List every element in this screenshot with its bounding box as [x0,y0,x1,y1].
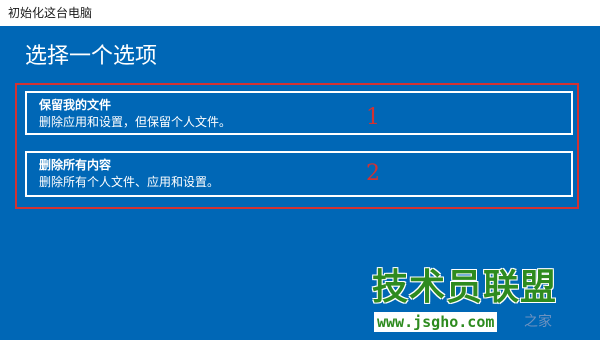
option-description: 删除应用和设置，但保留个人文件。 [39,115,232,129]
watermark-logo: 技术员联盟 [372,267,558,308]
option-title: 保留我的文件 [39,98,112,112]
option-remove-everything[interactable]: 删除所有内容 删除所有个人文件、应用和设置。 [25,151,573,197]
option-title: 删除所有内容 [39,158,112,172]
annotation-number: 2 [366,161,380,186]
watermark-suffix: 之家 [524,314,552,330]
watermark-url: www.jsgho.com [374,312,498,332]
annotation-number: 1 [366,105,380,130]
window-title: 初始化这台电脑 [8,6,93,20]
watermark: 技术员联盟 www.jsgho.com 之家 [372,268,592,336]
page-title: 选择一个选项 [25,44,158,69]
option-description: 删除所有个人文件、应用和设置。 [39,175,220,189]
option-keep-my-files[interactable]: 保留我的文件 删除应用和设置，但保留个人文件。 [25,91,573,135]
window-titlebar: 初始化这台电脑 [0,0,600,26]
